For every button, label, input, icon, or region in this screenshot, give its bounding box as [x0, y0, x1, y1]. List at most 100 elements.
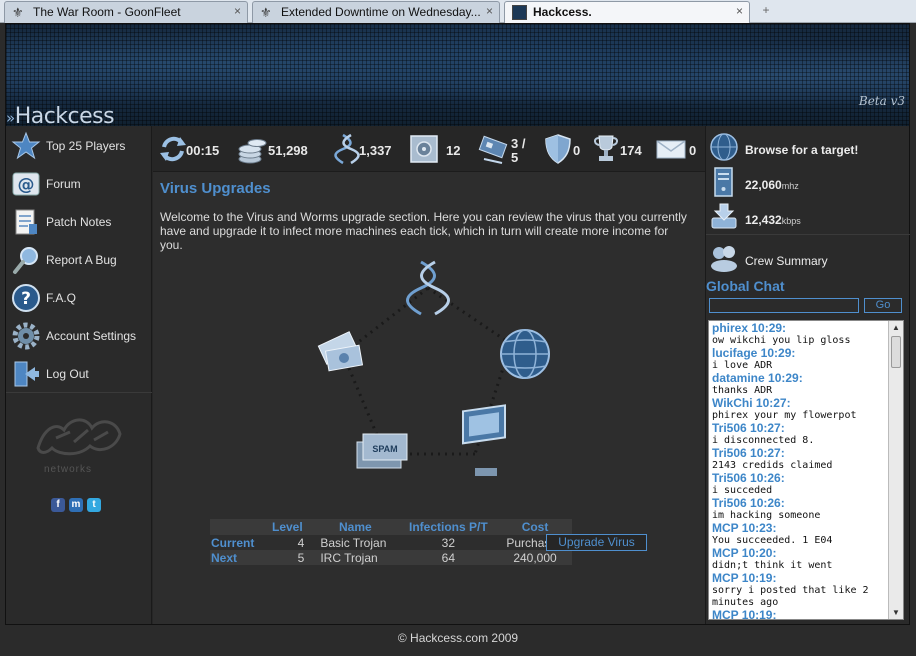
scroll-thumb[interactable] — [891, 336, 901, 368]
browser-tab-bar: ⚜ The War Room - GoonFleet × ⚜ Extended … — [0, 0, 916, 23]
nav-log-out[interactable]: Log Out — [6, 356, 152, 394]
vault-value: 12 — [446, 143, 461, 158]
nav-label: Patch Notes — [46, 215, 112, 229]
nav-forum[interactable]: @ Forum — [6, 166, 152, 204]
nav-faq[interactable]: ? F.A.Q — [6, 280, 152, 318]
svg-text:?: ? — [21, 289, 31, 309]
browse-target-link[interactable]: Browse for a target! — [706, 130, 910, 164]
close-tab-icon[interactable]: × — [736, 4, 743, 18]
cell-name: Basic Trojan — [312, 535, 399, 550]
list-item: lucifage 10:29: i love ADR — [712, 347, 887, 372]
page-icon — [512, 5, 527, 20]
new-tab-button[interactable]: + — [752, 3, 780, 21]
main-content: Virus Upgrades Welcome to the Virus and … — [153, 172, 705, 624]
server-icon — [714, 167, 733, 197]
twitter-icon[interactable]: t — [87, 498, 101, 512]
computer-node-icon — [462, 404, 506, 476]
networks-logo: networks — [30, 408, 130, 478]
money-value: 51,298 — [268, 143, 308, 158]
nav-label: Account Settings — [46, 329, 137, 343]
cell-level: 5 — [262, 550, 313, 565]
shield-value: 0 — [573, 143, 581, 158]
networks-text: networks — [44, 464, 93, 475]
nav-top-players[interactable]: Top 25 Players — [6, 128, 152, 166]
chat-author: datamine 10:29: — [712, 371, 803, 385]
footer-copyright: © Hackcess.com 2009 — [397, 631, 519, 645]
flag-icon: ⚜ — [12, 5, 24, 20]
list-item: Tri506 10:27: i disconnected 8. — [712, 422, 887, 447]
virus-upgrade-table: Level Name Infections P/T Cost Current 4… — [210, 519, 572, 565]
download-icon — [711, 203, 737, 229]
mail-value: 0 — [689, 143, 697, 158]
myspace-icon[interactable]: m — [69, 498, 83, 512]
close-tab-icon[interactable]: × — [234, 4, 241, 18]
bandwidth-unit: kbps — [781, 216, 801, 226]
nav-account-settings[interactable]: Account Settings — [6, 318, 152, 356]
circuit-board-icon — [478, 135, 508, 164]
crew-summary-label: Crew Summary — [745, 254, 828, 268]
page-description: Welcome to the Virus and Worms upgrade s… — [160, 210, 687, 252]
scroll-down-icon[interactable]: ▼ — [889, 606, 903, 619]
chat-messages: phirex 10:29: ow wikchi you lip gloss luc… — [712, 322, 887, 620]
svg-text:@: @ — [18, 175, 35, 195]
sidebar-divider — [6, 392, 152, 393]
nav-patch-notes[interactable]: Patch Notes — [6, 204, 152, 242]
header-banner — [6, 24, 909, 126]
crew-summary-link[interactable]: Crew Summary — [706, 240, 910, 274]
cpu-stat: 22,060mhz — [706, 165, 910, 199]
chat-input[interactable] — [709, 298, 859, 313]
nav-label: Log Out — [46, 367, 89, 381]
upgrade-virus-button[interactable]: Upgrade Virus — [546, 534, 647, 551]
site-frame: »Hackcess Beta v3 Top 25 Players @ Forum — [5, 23, 910, 625]
cell-cost: 240,000 — [498, 550, 572, 565]
tab-war-room[interactable]: ⚜ The War Room - GoonFleet × — [4, 1, 248, 23]
tab-extended-downtime[interactable]: ⚜ Extended Downtime on Wednesday... × — [252, 1, 500, 23]
global-chat-title: Global Chat — [706, 278, 785, 294]
chat-go-button[interactable]: Go — [864, 298, 902, 313]
group-icon — [711, 246, 737, 272]
nav-label: F.A.Q — [46, 291, 77, 305]
chat-author: MCP 10:20: — [712, 546, 777, 560]
chat-text: sorry i posted that like 2 minutes ago — [712, 585, 869, 608]
table-header-blank — [210, 519, 263, 535]
right-sidebar: Browse for a target! 22,060mhz 12,432kbp… — [705, 126, 910, 624]
at-icon: @ — [12, 172, 40, 196]
site-logo[interactable]: »Hackcess — [6, 104, 115, 129]
virus-spread-diagram: SPAM — [317, 260, 550, 476]
chat-author: Tri506 10:26: — [712, 496, 785, 510]
chat-author: Tri506 10:27: — [712, 421, 785, 435]
trophy-icon — [594, 135, 618, 161]
help-icon: ? — [12, 284, 40, 312]
coins-icon — [238, 139, 267, 164]
trophy-value: 174 — [620, 143, 642, 158]
scroll-up-icon[interactable]: ▲ — [889, 321, 903, 334]
logo-text: Hackcess — [14, 104, 115, 129]
cell-name: IRC Trojan — [312, 550, 399, 565]
bandwidth-stat: 12,432kbps — [706, 200, 910, 234]
gear-icon — [12, 322, 40, 350]
graffiti-logo-icon — [36, 418, 122, 456]
slots-max-value: 5 — [511, 150, 519, 165]
refresh-icon — [160, 136, 186, 162]
facebook-icon[interactable]: f — [51, 498, 65, 512]
bandwidth-number: 12,432 — [745, 213, 782, 227]
list-item: MCP 10:23: You succeeded. 1 E04 — [712, 522, 887, 547]
spam-node-icon: SPAM — [356, 433, 408, 469]
list-item: Tri506 10:27: 2143 credids claimed — [712, 447, 887, 472]
close-tab-icon[interactable]: × — [486, 4, 493, 18]
tab-label: Extended Downtime on Wednesday... — [281, 5, 481, 19]
nav-report-bug[interactable]: Report A Bug — [6, 242, 152, 280]
page: »Hackcess Beta v3 Top 25 Players @ Forum — [0, 23, 916, 656]
safe-icon — [410, 135, 438, 163]
chat-log[interactable]: phirex 10:29: ow wikchi you lip gloss luc… — [708, 320, 904, 620]
header-name: Name — [312, 519, 399, 535]
list-item: datamine 10:29: thanks ADR — [712, 372, 887, 397]
chat-author: Tri506 10:27: — [712, 446, 785, 460]
spam-label: SPAM — [372, 444, 397, 454]
bandwidth-value: 12,432kbps — [745, 213, 801, 227]
chat-scrollbar[interactable]: ▲ ▼ — [888, 321, 903, 619]
envelope-icon — [656, 140, 686, 159]
tab-hackcess[interactable]: Hackcess. × — [504, 1, 750, 23]
logo-arrows-icon: » — [6, 109, 15, 127]
page-title: Virus Upgrades — [160, 180, 271, 197]
